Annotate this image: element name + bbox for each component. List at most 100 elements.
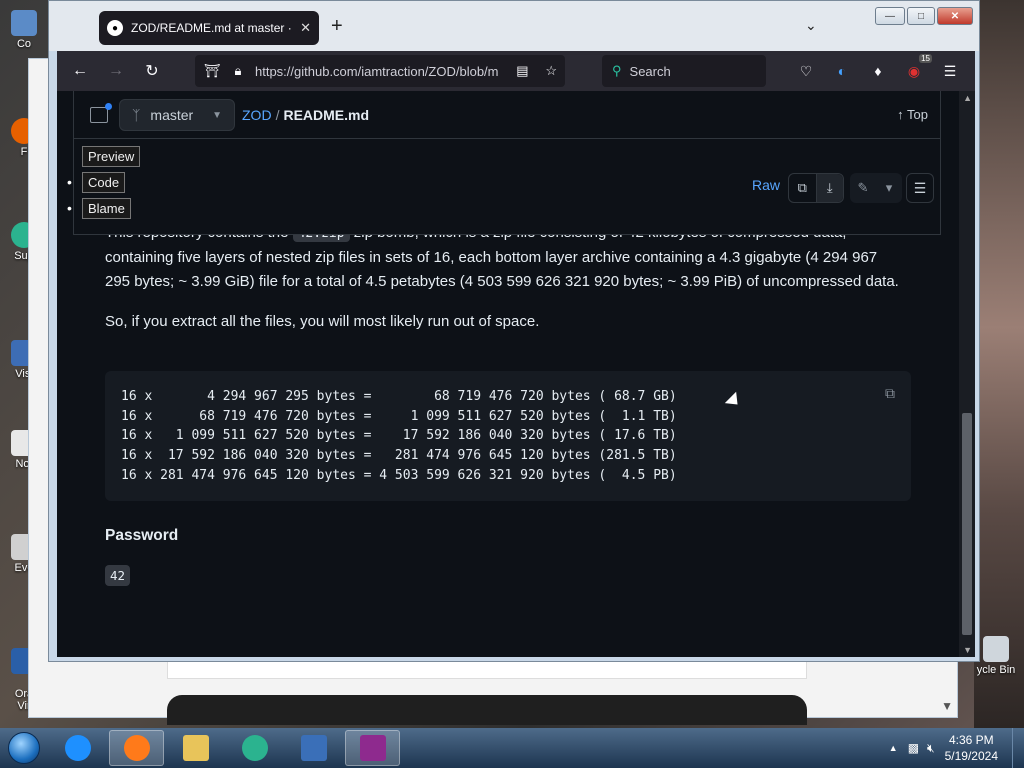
clock[interactable]: 4:36 PM 5/19/2024 bbox=[945, 732, 998, 764]
search-box[interactable]: ⚲ Search bbox=[602, 55, 766, 87]
new-tab-button[interactable]: + bbox=[331, 15, 343, 38]
chevron-down-icon[interactable]: ▼ bbox=[941, 699, 953, 713]
start-button[interactable] bbox=[0, 729, 48, 767]
file-header-top-row: ᛉ master ▼ ZOD / README.md ↑ Top bbox=[74, 91, 940, 139]
tab-preview[interactable]: Preview bbox=[82, 146, 141, 167]
taskbar: ▲ ▩ 🔇︎ 4:36 PM 5/19/2024 bbox=[0, 728, 1024, 768]
taskbar-winrar[interactable] bbox=[345, 730, 400, 766]
copy-code-icon[interactable]: ⧉ bbox=[885, 385, 895, 402]
network-icon[interactable]: ▩ bbox=[908, 741, 919, 755]
tab-close-icon[interactable]: ✕ bbox=[300, 20, 311, 36]
github-icon: ● bbox=[107, 20, 123, 36]
browser-window: ● ZOD/README.md at master · ia ✕ + ⌄ — □… bbox=[48, 0, 980, 662]
desktop-icon-computer[interactable]: Co bbox=[4, 10, 44, 50]
extension-globe-icon[interactable]: ◐ bbox=[830, 59, 854, 83]
chevron-down-icon: ▼ bbox=[212, 109, 222, 121]
tab-blame[interactable]: Blame bbox=[67, 198, 131, 219]
code-block: 16 x 4 294 967 295 bytes = 68 719 476 72… bbox=[105, 371, 911, 501]
shield-icon[interactable]: ⛩ bbox=[203, 63, 221, 79]
readme-body: This repository contains the 42.zip zip … bbox=[105, 221, 905, 350]
clock-date: 5/19/2024 bbox=[944, 749, 998, 763]
reader-view-icon[interactable]: ▤ bbox=[513, 63, 531, 79]
bookmark-star-icon[interactable]: ☆ bbox=[545, 63, 557, 79]
branch-icon: ᛉ bbox=[132, 107, 141, 123]
scroll-up-icon[interactable]: ▲ bbox=[963, 93, 972, 103]
edit-group: ✎ ▾ bbox=[850, 173, 902, 203]
scroll-down-icon[interactable]: ▼ bbox=[963, 645, 972, 655]
folder-icon bbox=[182, 735, 209, 761]
tab-code[interactable]: Code bbox=[67, 172, 126, 193]
desktop-icon-label: F bbox=[20, 146, 28, 158]
system-tray: ▲ ▩ 🔇︎ 4:36 PM 5/19/2024 bbox=[889, 728, 1024, 768]
url-text[interactable]: https://github.com/iamtraction/ZOD/blob/… bbox=[255, 64, 513, 79]
branch-name: master bbox=[150, 107, 194, 123]
address-bar[interactable]: ⛩ 🔒︎ https://github.com/iamtraction/ZOD/… bbox=[195, 55, 565, 87]
taskbar-support[interactable] bbox=[227, 730, 282, 766]
desktop-wallpaper-right bbox=[974, 0, 1024, 728]
show-desktop-button[interactable] bbox=[1012, 728, 1024, 768]
background-button bbox=[167, 695, 807, 725]
back-button[interactable]: ← bbox=[65, 56, 95, 86]
firefox-icon bbox=[123, 735, 150, 761]
outline-list-icon[interactable]: ☰ bbox=[906, 173, 934, 203]
top-button[interactable]: ↑ Top bbox=[897, 107, 928, 122]
top-label: Top bbox=[907, 107, 928, 122]
search-icon: ⚲ bbox=[612, 63, 622, 78]
volume-muted-icon[interactable]: 🔇︎ bbox=[927, 741, 935, 756]
branch-selector[interactable]: ᛉ master ▼ bbox=[119, 99, 235, 131]
virtualbox-icon bbox=[300, 735, 327, 761]
maximize-button[interactable]: □ bbox=[907, 7, 935, 25]
download-icon[interactable]: ⤓ bbox=[815, 174, 843, 202]
taskbar-explorer[interactable] bbox=[168, 730, 223, 766]
scrollbar-thumb[interactable] bbox=[962, 413, 972, 635]
page-content: ᛉ master ▼ ZOD/README.md ↑ Top Preview C… bbox=[57, 91, 975, 657]
title-bar: ● ZOD/README.md at master · ia ✕ + ⌄ — □… bbox=[49, 1, 979, 51]
computer-icon bbox=[11, 10, 37, 36]
taskbar-virtualbox[interactable] bbox=[286, 730, 341, 766]
view-switcher: Preview Code Blame bbox=[67, 146, 141, 224]
clock-time: 4:36 PM bbox=[948, 733, 994, 747]
password-heading: Password bbox=[105, 527, 179, 544]
winrar-icon bbox=[359, 735, 386, 761]
breadcrumb-file: README.md bbox=[283, 107, 370, 123]
taskbar-ie[interactable] bbox=[50, 730, 105, 766]
breadcrumb: ZOD / README.md bbox=[242, 107, 369, 123]
list-tabs-chevron-icon[interactable]: ⌄ bbox=[805, 17, 817, 34]
pencil-icon[interactable]: ✎ bbox=[850, 173, 876, 203]
code-text: 16 x 4 294 967 295 bytes = 68 719 476 72… bbox=[121, 389, 677, 483]
desktop-icon-label: Co bbox=[16, 38, 32, 50]
chevron-down-icon[interactable]: ▾ bbox=[876, 173, 902, 203]
extension-badge: 15 bbox=[919, 54, 932, 63]
sidebar-toggle-icon[interactable] bbox=[90, 103, 112, 123]
tab-title: ZOD/README.md at master · ia bbox=[131, 21, 295, 35]
search-placeholder: Search bbox=[629, 63, 671, 79]
ublock-icon[interactable]: ◉ 15 bbox=[902, 54, 932, 83]
extensions-puzzle-icon[interactable]: ♦ bbox=[866, 59, 890, 83]
raw-button[interactable]: Raw bbox=[752, 177, 780, 193]
support-icon bbox=[241, 735, 268, 761]
desktop-icon-label: ycle Bin bbox=[976, 664, 1016, 676]
reload-button[interactable]: ↻ bbox=[137, 56, 167, 86]
taskbar-firefox[interactable] bbox=[109, 730, 164, 766]
copy-download-group: ⧉ ⤓ bbox=[788, 173, 844, 203]
notification-dot bbox=[105, 103, 112, 110]
menu-hamburger-icon[interactable]: ☰ bbox=[938, 59, 962, 83]
close-window-button[interactable]: ✕ bbox=[937, 7, 973, 25]
scrollbar[interactable]: ▲ ▼ bbox=[959, 91, 975, 657]
internet-explorer-icon bbox=[64, 735, 91, 761]
pocket-icon[interactable]: ♡ bbox=[794, 59, 818, 83]
tray-expand-icon[interactable]: ▲ bbox=[889, 743, 898, 753]
recycle-bin-icon bbox=[983, 636, 1009, 662]
forward-button[interactable]: → bbox=[101, 56, 131, 86]
breadcrumb-repo-link[interactable]: ZOD bbox=[242, 107, 272, 123]
lock-icon[interactable]: 🔒︎ bbox=[229, 63, 247, 79]
copy-icon[interactable]: ⧉ bbox=[789, 174, 816, 202]
minimize-button[interactable]: — bbox=[875, 7, 905, 25]
password-code: 42 bbox=[105, 565, 131, 586]
navigation-toolbar: ← → ↻ ⛩ 🔒︎ https://github.com/iamtractio… bbox=[57, 51, 975, 91]
readme-paragraph-2: So, if you extract all the files, you wi… bbox=[105, 313, 540, 330]
browser-tab[interactable]: ● ZOD/README.md at master · ia ✕ bbox=[99, 11, 319, 45]
breadcrumb-separator: / bbox=[275, 107, 280, 123]
windows-logo-icon bbox=[8, 732, 40, 764]
file-header: ᛉ master ▼ ZOD/README.md ↑ Top Preview C… bbox=[67, 91, 941, 235]
